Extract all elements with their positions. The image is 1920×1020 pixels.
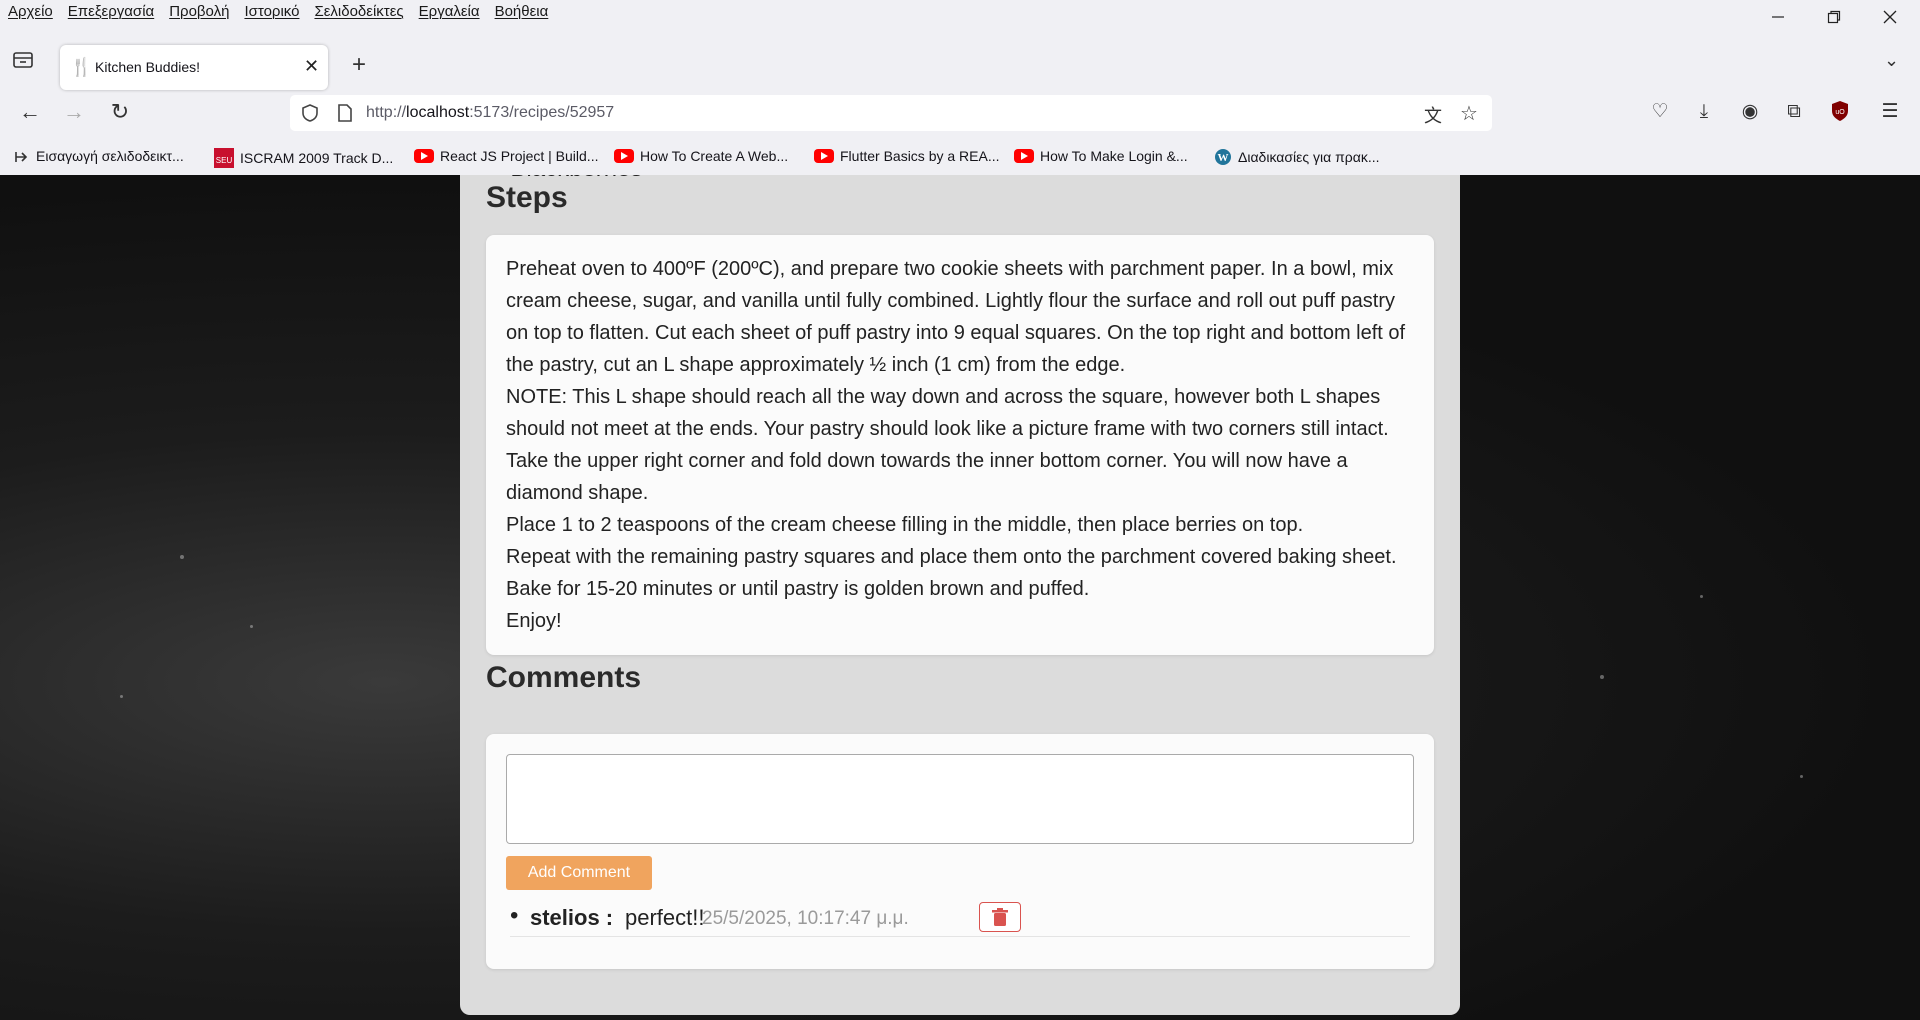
menu-bar: Αρχείο Επεξεργασία Προβολή Ιστορικό Σελι… [0, 0, 1920, 26]
bullet: • [510, 902, 519, 929]
close-tab-icon[interactable]: ✕ [304, 56, 319, 77]
navigation-bar: ← → ↻ http://localhost:5173/recipes/5295… [0, 88, 1920, 138]
step-paragraph: Take the upper right corner and fold dow… [506, 450, 1348, 504]
url-path: :5173/recipes/52957 [469, 104, 615, 121]
background-sparkle [250, 625, 253, 628]
menu-edit[interactable]: Επεξεργασία [68, 3, 154, 20]
bookmark-flutter[interactable]: Flutter Basics by a REA... [814, 148, 1000, 164]
wordpress-icon: W [1215, 149, 1231, 165]
hamburger-menu-icon[interactable]: ☰ [1878, 100, 1902, 124]
pocket-icon[interactable]: ♡ [1648, 100, 1672, 124]
bookmark-label: Flutter Basics by a REA... [840, 148, 1000, 164]
bookmark-label: Διαδικασίες για πρακ... [1238, 149, 1380, 165]
translate-icon[interactable]: 文 [1424, 102, 1442, 128]
tab-title: Kitchen Buddies! [95, 59, 201, 75]
chevron-down-icon[interactable]: ⌄ [1884, 50, 1899, 71]
background-sparkle [120, 695, 123, 698]
step-paragraph: Enjoy! [506, 610, 562, 632]
youtube-icon [414, 149, 434, 163]
ublock-icon[interactable]: uO [1828, 100, 1852, 124]
star-icon[interactable]: ☆ [1460, 101, 1478, 126]
menu-bookmarks[interactable]: Σελιδοδείκτες [314, 3, 403, 20]
seu-icon: SEU [214, 148, 234, 168]
comment-text: perfect!! [625, 905, 705, 930]
bookmark-label: Εισαγωγή σελιδοδεικτ... [36, 148, 184, 164]
svg-text:W: W [1218, 152, 1229, 164]
youtube-icon [1014, 149, 1034, 163]
url-prefix: http:// [366, 104, 407, 121]
menu-tools[interactable]: Εργαλεία [419, 3, 480, 20]
bookmark-iscram[interactable]: SEU ISCRAM 2009 Track D... [214, 148, 393, 168]
youtube-icon [614, 149, 634, 163]
bookmarks-bar: Εισαγωγή σελιδοδεικτ... SEU ISCRAM 2009 … [0, 138, 1920, 175]
trash-icon [992, 908, 1008, 926]
tab-bar: 🍴 Kitchen Buddies! ✕ + ⌄ [0, 26, 1920, 90]
url-host: localhost [406, 104, 470, 121]
comment-author: stelios : [530, 905, 614, 930]
step-paragraph: Place 1 to 2 teaspoons of the cream chee… [506, 514, 1304, 536]
bookmark-label: ISCRAM 2009 Track D... [240, 150, 394, 166]
add-comment-button[interactable]: Add Comment [506, 856, 652, 890]
youtube-icon [814, 149, 834, 163]
close-icon [1883, 10, 1897, 24]
recipe-container: Blackberries Steps Preheat oven to 400ºF… [460, 175, 1460, 1015]
step-paragraph: NOTE: This L shape should reach all the … [506, 386, 1389, 440]
fork-knife-icon: 🍴 [70, 57, 93, 77]
background-sparkle [1700, 595, 1703, 598]
minimize-icon [1772, 16, 1784, 18]
tab-kitchen-buddies[interactable]: 🍴 Kitchen Buddies! ✕ [60, 45, 328, 90]
bookmark-label: How To Create A Web... [640, 148, 789, 164]
bookmark-login[interactable]: How To Make Login &... [1014, 148, 1188, 164]
bookmark-wordpress[interactable]: W Διαδικασίες για πρακ... [1214, 148, 1380, 166]
extensions-icon[interactable]: ⧉ [1782, 100, 1806, 124]
step-paragraph: Bake for 15-20 minutes or until pastry i… [506, 578, 1090, 600]
steps-heading: Steps [486, 181, 568, 214]
background-sparkle [1600, 675, 1604, 679]
bookmark-react[interactable]: React JS Project | Build... [414, 148, 598, 164]
steps-card: Preheat oven to 400ºF (200ºC), and prepa… [486, 235, 1434, 655]
bookmark-import[interactable]: Εισαγωγή σελιδοδεικτ... [14, 148, 184, 164]
menu-history[interactable]: Ιστορικό [244, 3, 299, 20]
page-icon[interactable] [336, 103, 354, 123]
back-icon[interactable]: ← [16, 98, 44, 126]
folder-icon [13, 52, 33, 68]
page-viewport: Blackberries Steps Preheat oven to 400ºF… [0, 175, 1920, 1020]
account-icon[interactable]: ◉ [1738, 100, 1762, 124]
bookmark-label: React JS Project | Build... [440, 148, 599, 164]
background-sparkle [180, 555, 184, 559]
new-tab-icon[interactable]: + [352, 51, 366, 79]
step-paragraph: Preheat oven to 400ºF (200ºC), and prepa… [506, 258, 1406, 376]
svg-text:uO: uO [1835, 109, 1845, 116]
bookmark-label: How To Make Login &... [1040, 148, 1188, 164]
forward-icon[interactable]: → [60, 98, 88, 126]
step-paragraph: Repeat with the remaining pastry squares… [506, 546, 1397, 568]
comments-heading: Comments [486, 661, 642, 694]
comments-card: Add Comment • stelios : perfect!! 25/5/2… [486, 734, 1434, 969]
bookmark-create-web[interactable]: How To Create A Web... [614, 148, 788, 164]
delete-comment-button[interactable] [979, 902, 1021, 932]
menu-file[interactable]: Αρχείο [8, 3, 53, 20]
tab-overview-button[interactable] [12, 50, 34, 70]
shield-icon[interactable] [300, 103, 320, 123]
comment-textarea[interactable] [506, 754, 1414, 844]
download-icon[interactable]: ⤓ [1692, 100, 1716, 124]
menu-view[interactable]: Προβολή [169, 3, 229, 20]
url-text[interactable]: http://localhost:5173/recipes/52957 [366, 104, 614, 122]
restore-icon [1827, 10, 1841, 24]
background-sparkle [1800, 775, 1803, 778]
browser-chrome: Αρχείο Επεξεργασία Προβολή Ιστορικό Σελι… [0, 0, 1920, 175]
address-bar[interactable]: http://localhost:5173/recipes/52957 文 ☆ [290, 95, 1492, 131]
comment-item: • stelios : perfect!! 25/5/2025, 10:17:4… [510, 896, 1410, 937]
import-icon [15, 152, 28, 162]
menu-help[interactable]: Βοήθεια [495, 3, 549, 20]
comment-date: 25/5/2025, 10:17:47 μ.μ. [702, 908, 909, 929]
reload-icon[interactable]: ↻ [106, 98, 134, 126]
